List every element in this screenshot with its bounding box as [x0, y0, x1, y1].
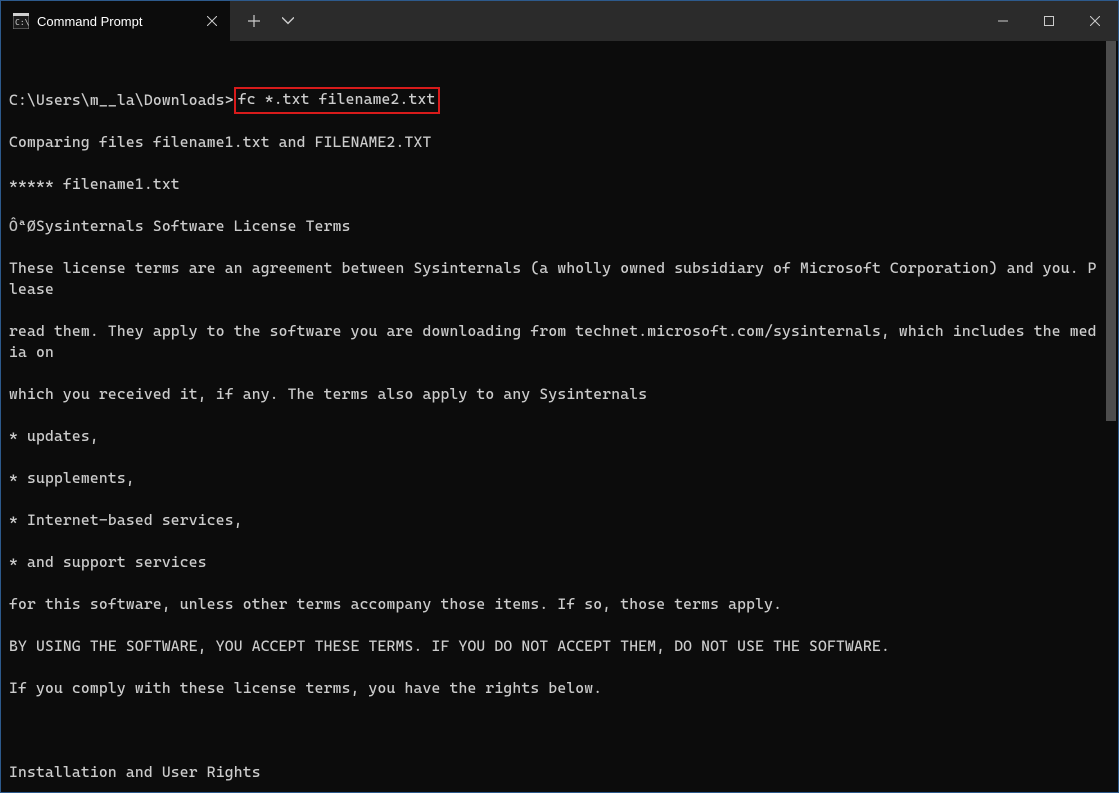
maximize-button[interactable] — [1026, 1, 1072, 41]
output-line: BY USING THE SOFTWARE, YOU ACCEPT THESE … — [9, 636, 1098, 657]
titlebar[interactable]: C:\ Command Prompt — [1, 1, 1118, 41]
tab-close-button[interactable] — [202, 11, 222, 31]
output-line: Installation and User Rights — [9, 762, 1098, 783]
highlighted-command: fc *.txt filename2.txt — [234, 87, 440, 114]
new-tab-button[interactable] — [237, 1, 271, 41]
output-line: Comparing files filename1.txt and FILENA… — [9, 132, 1098, 153]
output-line: * supplements, — [9, 468, 1098, 489]
scrollbar-thumb[interactable] — [1106, 41, 1116, 421]
output-line: If you comply with these license terms, … — [9, 678, 1098, 699]
output-line: * and support services — [9, 552, 1098, 573]
tab-actions — [231, 1, 305, 41]
bom-marker: ÔªØ — [9, 217, 36, 235]
output-line: * Internet-based services, — [9, 510, 1098, 531]
close-button[interactable] — [1072, 1, 1118, 41]
output-line — [9, 720, 1098, 741]
prompt: C:\Users\m__la\Downloads> — [9, 90, 234, 111]
terminal-area: C:\Users\m__la\Downloads>fc *.txt filena… — [1, 41, 1118, 792]
window-controls — [980, 1, 1118, 41]
output-line: for this software, unless other terms ac… — [9, 594, 1098, 615]
output-line: which you received it, if any. The terms… — [9, 384, 1098, 405]
cmd-icon: C:\ — [13, 13, 29, 29]
tab-command-prompt[interactable]: C:\ Command Prompt — [1, 1, 231, 41]
output-line: ÔªØSysinternals Software License Terms — [9, 216, 1098, 237]
tab-dropdown-button[interactable] — [271, 1, 305, 41]
terminal-output[interactable]: C:\Users\m__la\Downloads>fc *.txt filena… — [1, 41, 1104, 792]
terminal-window: C:\ Command Prompt — [0, 0, 1119, 793]
output-line: read them. They apply to the software yo… — [9, 321, 1098, 363]
scrollbar[interactable] — [1104, 41, 1118, 792]
output-line: These license terms are an agreement bet… — [9, 258, 1098, 300]
output-text: Sysinternals Software License Terms — [36, 217, 351, 235]
output-line: * updates, — [9, 426, 1098, 447]
tab-title: Command Prompt — [37, 14, 194, 29]
minimize-button[interactable] — [980, 1, 1026, 41]
svg-text:C:\: C:\ — [15, 18, 29, 27]
output-line: ***** filename1.txt — [9, 174, 1098, 195]
